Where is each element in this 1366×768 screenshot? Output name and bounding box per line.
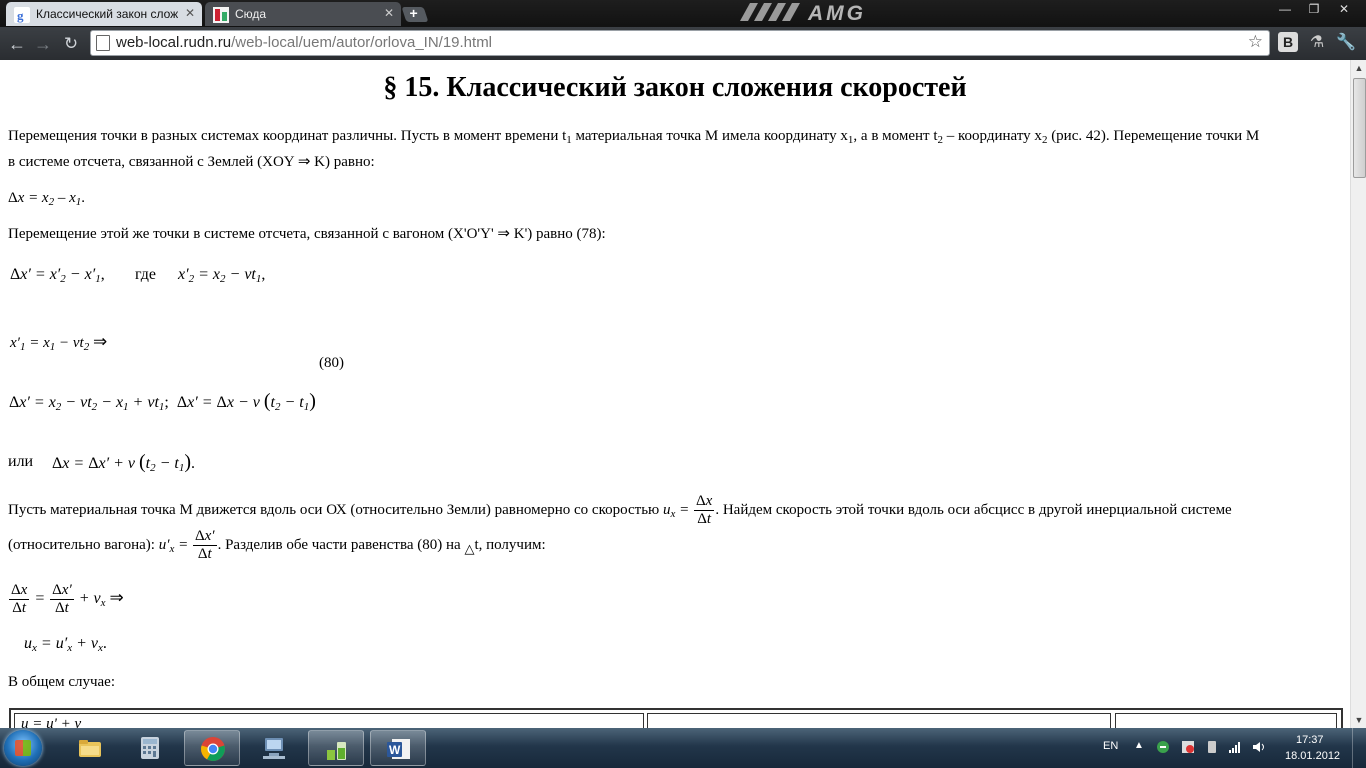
scroll-up-arrow-icon[interactable]: ▲ <box>1351 60 1366 76</box>
formula-delta-x-prime: Δx′ = x′2 − x′1, <box>10 266 105 285</box>
table-cell <box>1115 713 1337 728</box>
browser-toolbar: ← → ↻ web-local.rudn.ru/web-local/uem/au… <box>0 27 1366 60</box>
new-tab-button[interactable]: + <box>401 5 429 22</box>
url-path: /web-local/uem/autor/orlova_IN/19.html <box>231 34 493 51</box>
page-icon <box>96 35 110 51</box>
tab-close-icon[interactable]: ✕ <box>384 6 394 20</box>
scroll-thumb[interactable] <box>1353 78 1366 178</box>
plus-icon: + <box>409 5 418 21</box>
green-arrows-icon[interactable] <box>1156 740 1170 754</box>
reload-icon[interactable]: ↻ <box>60 33 82 55</box>
taskbar-word[interactable]: W <box>370 730 426 766</box>
scroll-down-arrow-icon[interactable]: ▼ <box>1351 712 1366 728</box>
paragraph-2: Перемещение этой же точки в системе отсч… <box>8 226 606 242</box>
back-arrow-icon[interactable]: ← <box>6 33 28 55</box>
close-window-button[interactable]: ✕ <box>1327 0 1361 18</box>
taskbar-calculator[interactable] <box>122 730 178 766</box>
table-cell: u = u' + v <box>14 713 644 728</box>
svg-text:W: W <box>389 743 401 757</box>
formula-delta-x: Δx = x2 – x1. <box>8 190 86 208</box>
folder-icon <box>79 740 101 757</box>
url-host: web-local.rudn.ru <box>116 34 232 51</box>
paragraph-3: Пусть материальная точка М движется вдол… <box>8 493 1232 527</box>
paragraph-4: (относительно вагона): u′x = Δx′ Δt. Разд… <box>8 528 546 562</box>
forward-arrow-icon[interactable]: → <box>32 33 54 55</box>
computer-network-icon <box>263 738 285 759</box>
no-access-icon[interactable] <box>1181 740 1195 754</box>
formula-delta-x-final: Δx = Δx′ + v (t2 − t1). <box>52 451 196 474</box>
taskbar-chrome[interactable] <box>184 730 240 766</box>
formula-velocity-addition: ux = u′x + vx. <box>24 635 107 654</box>
show-desktop-button[interactable] <box>1352 728 1366 768</box>
wrench-menu-icon[interactable]: 🔧 <box>1336 32 1356 52</box>
volume-icon[interactable] <box>1252 740 1266 754</box>
paragraph-general-case: В общем случае: <box>8 674 116 690</box>
vertical-scrollbar[interactable]: ▲ ▼ <box>1350 60 1366 728</box>
show-hidden-icons-icon[interactable]: ▲ <box>1134 740 1144 751</box>
word-or: или <box>8 453 34 470</box>
svg-text:g: g <box>17 8 24 23</box>
language-indicator[interactable]: EN <box>1103 740 1118 752</box>
paragraph-1-line-2: в системе отсчета, связанной с Землей (X… <box>8 154 375 170</box>
tab-classical-law[interactable]: g Классический закон слож ✕ <box>6 2 202 26</box>
google-favicon-icon: g <box>14 7 30 23</box>
extension-b-button[interactable]: B <box>1278 32 1298 52</box>
url-text[interactable]: web-local.rudn.ru/web-local/uem/autor/or… <box>116 34 492 51</box>
signal-strength-icon[interactable] <box>1228 740 1242 754</box>
address-bar[interactable]: web-local.rudn.ru/web-local/uem/autor/or… <box>90 30 1270 56</box>
table-cell-text: u = u' + v <box>21 716 82 728</box>
maximize-button[interactable]: ❐ <box>1297 0 1331 18</box>
tab-title: Сюда <box>235 7 267 21</box>
tab-close-icon[interactable]: ✕ <box>185 6 195 20</box>
calculator-icon <box>141 737 159 759</box>
chrome-icon <box>201 737 225 761</box>
formula-x1-prime: x′1 = x1 − vt2 ⇒ <box>10 332 108 353</box>
formula-delta-x-prime-expanded: Δx′ = x2 − vt2 − x1 + vt1; Δx′ = Δx − v … <box>9 390 316 413</box>
start-button[interactable] <box>4 730 42 766</box>
bookmark-star-icon[interactable]: ☆ <box>1248 32 1263 52</box>
page-favicon-icon <box>213 7 229 23</box>
tab-syuda[interactable]: Сюда ✕ <box>205 2 401 26</box>
word-icon: W <box>387 739 410 759</box>
formula-table: u = u' + v <box>9 708 1343 728</box>
taskbar-network-app[interactable] <box>246 730 302 766</box>
page-content: § 15. Классический закон сложения скорос… <box>0 60 1350 728</box>
tab-title: Классический закон слож <box>36 7 178 21</box>
device-icon[interactable] <box>1205 740 1219 754</box>
formula-ux-prime: u′x = Δx′ Δt <box>158 528 217 562</box>
table-cell <box>647 713 1111 728</box>
windows-taskbar: W EN ▲ 17:37 18.01.2012 <box>0 728 1366 768</box>
page-title: § 15. Классический закон сложения скорос… <box>383 72 967 103</box>
clock-time[interactable]: 17:37 <box>1296 734 1324 746</box>
amg-theme-logo: AMG <box>740 2 866 23</box>
formula-velocity-derivation: Δx Δt = Δx′ Δt + vx ⇒ <box>9 582 124 616</box>
word-where: где <box>135 266 157 283</box>
taskbar-explorer[interactable] <box>62 730 118 766</box>
formula-x2-prime: x′2 = x2 − vt1, <box>178 266 266 285</box>
taskbar-utility-app[interactable] <box>308 730 364 766</box>
lab-flask-icon <box>327 742 346 760</box>
equation-number: (80) <box>319 355 344 371</box>
formula-ux: ux = Δx Δt <box>663 493 715 527</box>
theme-text: AMG <box>807 2 866 23</box>
clock-date[interactable]: 18.01.2012 <box>1285 750 1340 762</box>
extension-flask-icon[interactable]: ⚗ <box>1307 32 1327 52</box>
paragraph-1-line-1: Перемещения точки в разных системах коор… <box>8 128 1260 146</box>
